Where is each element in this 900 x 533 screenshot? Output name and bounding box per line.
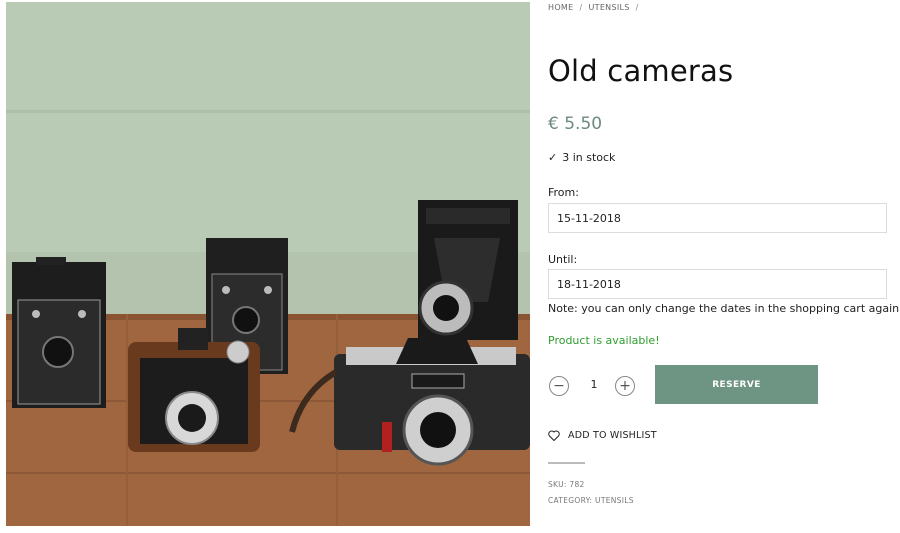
meta-divider xyxy=(548,462,585,464)
from-date-input[interactable] xyxy=(548,203,887,233)
breadcrumb-home[interactable]: HOME xyxy=(548,3,573,12)
until-label: Until: xyxy=(548,253,578,266)
quantity-value[interactable]: 1 xyxy=(584,378,604,391)
breadcrumb-separator: / xyxy=(635,3,639,12)
product-image[interactable] xyxy=(6,2,530,526)
product-sku: SKU: 782 xyxy=(548,480,585,489)
until-date-input[interactable] xyxy=(548,269,887,299)
heart-icon xyxy=(548,430,560,441)
quantity-increase-button[interactable]: + xyxy=(615,376,635,396)
check-icon: ✓ xyxy=(548,151,558,164)
cameras-photo xyxy=(6,2,530,526)
from-label: From: xyxy=(548,186,579,199)
breadcrumb: HOME / UTENSILS / xyxy=(548,3,645,12)
stock-label: 3 in stock xyxy=(562,151,616,164)
breadcrumb-category[interactable]: UTENSILS xyxy=(588,3,629,12)
stock-status: ✓ 3 in stock xyxy=(548,151,615,164)
availability-status: Product is available! xyxy=(548,334,660,347)
product-category: CATEGORY: UTENSILS xyxy=(548,496,634,505)
date-change-note: Note: you can only change the dates in t… xyxy=(548,302,900,315)
product-title: Old cameras xyxy=(548,54,734,88)
wishlist-label: ADD TO WISHLIST xyxy=(568,430,657,441)
reserve-button[interactable]: RESERVE xyxy=(655,365,818,404)
breadcrumb-separator: / xyxy=(579,3,583,12)
quantity-decrease-button[interactable]: − xyxy=(549,376,569,396)
add-to-wishlist-link[interactable]: ADD TO WISHLIST xyxy=(548,430,657,441)
product-price: € 5.50 xyxy=(548,114,603,134)
